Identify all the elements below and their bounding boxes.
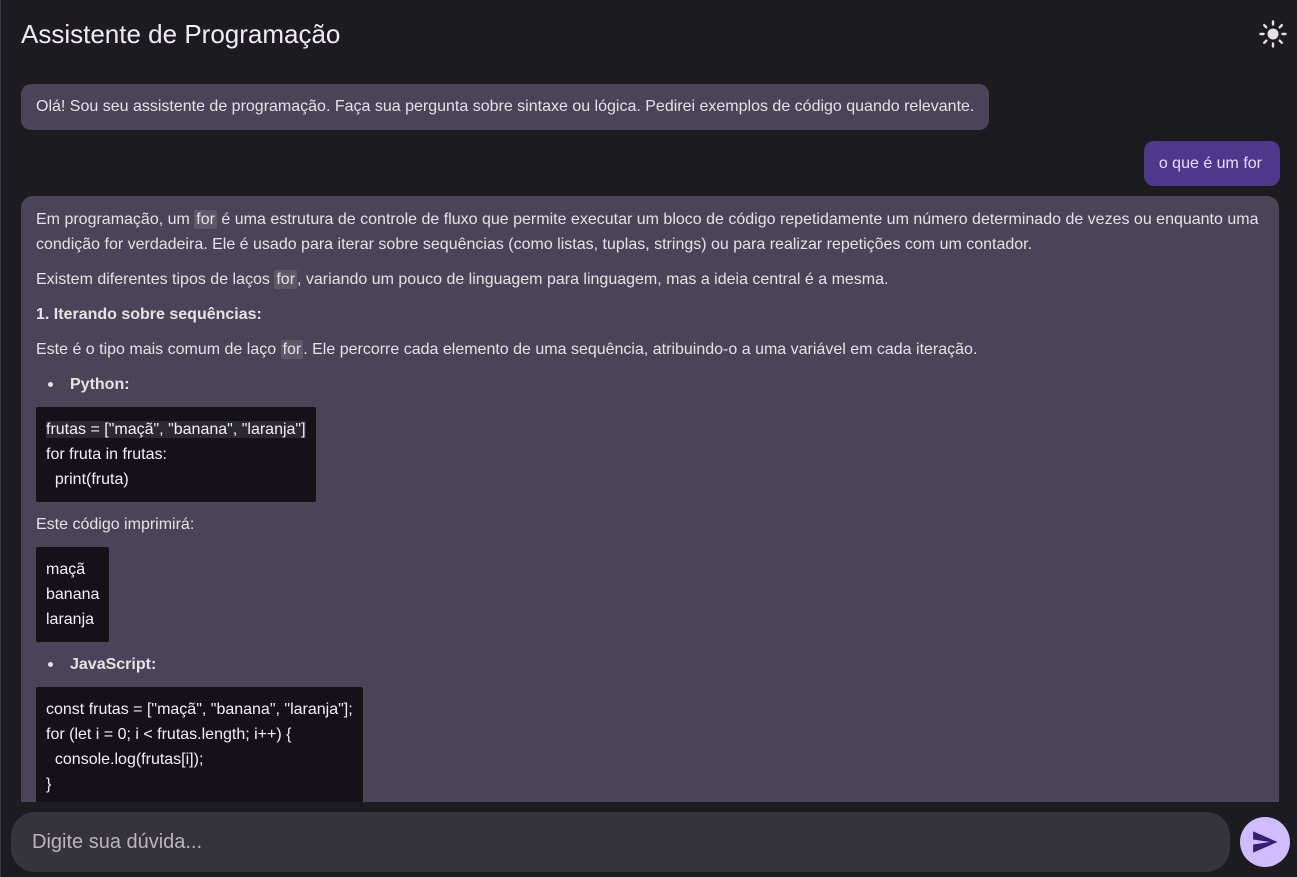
header: Assistente de Programação (1, 0, 1297, 68)
code-line: banana (46, 586, 100, 603)
code-block-wrapper: const frutas = ["maçã", "banana", "laran… (36, 687, 1264, 802)
text-segment: . Ele percorre cada elemento de uma sequ… (303, 341, 978, 358)
code-block-wrapper: frutas = ["maçã", "banana", "laranja"] f… (36, 407, 1264, 512)
answer-paragraph: Em programação, um for é uma estrutura d… (36, 207, 1264, 257)
code-line: const frutas = ["maçã", "banana", "laran… (46, 701, 353, 718)
inline-code: for (280, 340, 304, 359)
code-line: print(fruta) (46, 471, 129, 488)
question-input[interactable] (32, 830, 1209, 854)
list-item-label: JavaScript: (70, 656, 157, 673)
assistant-answer-message: Em programação, um for é uma estrutura d… (21, 196, 1279, 802)
page-title: Assistente de Programação (21, 18, 341, 49)
answer-list: Python: (36, 372, 1264, 397)
list-item-label: Python: (70, 376, 130, 393)
send-icon (1253, 831, 1278, 853)
theme-toggle-button[interactable] (1258, 19, 1288, 49)
text-segment: Este é o tipo mais comum de laço (36, 341, 281, 358)
code-line: for (let i = 0; i < frutas.length; i++) … (46, 726, 292, 743)
code-line: maçã (46, 561, 86, 578)
output-code-block[interactable]: maçã banana laranja (36, 547, 110, 642)
answer-paragraph: Este código imprimirá: (36, 516, 195, 533)
text-segment: , variando um pouco de linguagem para li… (297, 271, 889, 288)
answer-paragraph: Existem diferentes tipos de laços for, v… (36, 267, 1264, 292)
answer-list: JavaScript: (36, 652, 1264, 677)
answer-paragraph: Este é o tipo mais comum de laço for. El… (36, 337, 1264, 362)
message-composer (11, 812, 1230, 872)
code-block-wrapper: maçã banana laranja (36, 547, 1264, 652)
text-segment: Existem diferentes tipos de laços (36, 271, 275, 288)
code-line: } (46, 776, 52, 793)
text-segment: Em programação, um (36, 211, 195, 228)
app-window: Assistente de Programação Olá! Sou seu a… (0, 0, 1297, 877)
code-line: for fruta in frutas: (46, 446, 167, 463)
text-segment: é uma estrutura de controle de fluxo que… (36, 211, 1259, 253)
code-line: laranja (46, 611, 95, 628)
chat-area[interactable]: Olá! Sou seu assistente de programação. … (1, 68, 1297, 802)
code-line: frutas = ["maçã", "banana", "laranja"] (46, 421, 306, 438)
user-message-row: o que é um for (21, 141, 1280, 186)
assistant-greeting-message: Olá! Sou seu assistente de programação. … (21, 84, 990, 130)
javascript-code-block[interactable]: const frutas = ["maçã", "banana", "laran… (36, 687, 363, 802)
user-message: o que é um for (1143, 141, 1280, 186)
python-code-block[interactable]: frutas = ["maçã", "banana", "laranja"] f… (36, 407, 316, 502)
code-line: console.log(frutas[i]); (46, 751, 204, 768)
sun-icon (1259, 20, 1287, 48)
answer-heading: 1. Iterando sobre sequências: (36, 306, 262, 323)
list-item: Python: (36, 372, 1264, 397)
inline-code: for (194, 210, 217, 229)
inline-code: for (274, 270, 298, 289)
list-item: JavaScript: (36, 652, 1264, 677)
bullet-icon (48, 662, 53, 667)
send-button[interactable] (1240, 817, 1290, 867)
bullet-icon (48, 382, 53, 387)
